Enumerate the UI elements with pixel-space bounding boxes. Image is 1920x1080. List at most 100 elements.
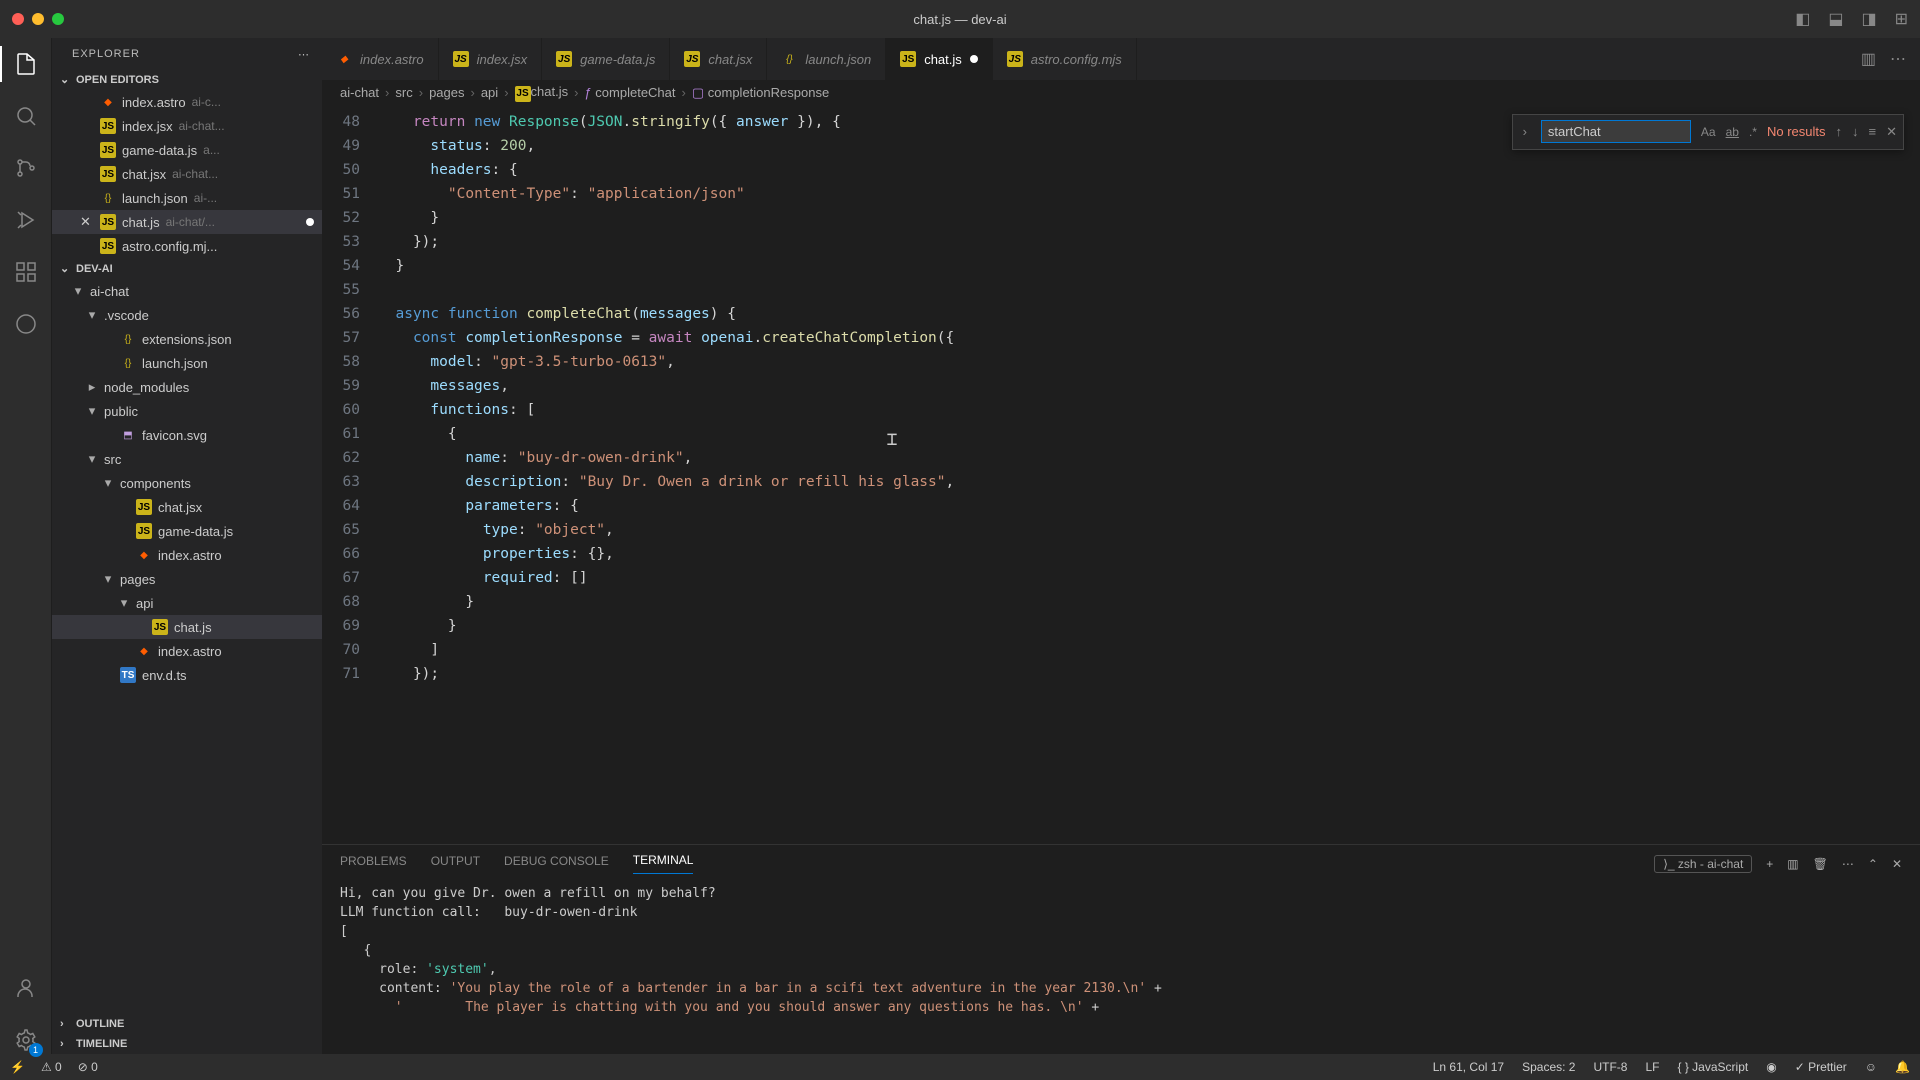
- edge-icon[interactable]: [12, 310, 40, 338]
- code-line[interactable]: 71 });: [322, 662, 1920, 686]
- code-line[interactable]: 66 properties: {},: [322, 542, 1920, 566]
- open-editor-item[interactable]: ✕JSastro.config.mj...: [52, 234, 322, 258]
- more-icon[interactable]: ⋯: [298, 48, 310, 61]
- problems-status[interactable]: ⚠ 0: [41, 1060, 62, 1074]
- code-line[interactable]: 56 async function completeChat(messages)…: [322, 302, 1920, 326]
- code-line[interactable]: 65 type: "object",: [322, 518, 1920, 542]
- file-row[interactable]: {}launch.json: [52, 351, 322, 375]
- tab[interactable]: JSgame-data.js: [542, 38, 670, 80]
- code-line[interactable]: 69 }: [322, 614, 1920, 638]
- panel-tab[interactable]: DEBUG CONSOLE: [504, 854, 609, 874]
- tab[interactable]: ◆index.astro: [322, 38, 439, 80]
- timeline-header[interactable]: › TIMELINE: [52, 1034, 322, 1054]
- status-item[interactable]: { } JavaScript: [1678, 1060, 1749, 1074]
- panel-tab[interactable]: OUTPUT: [431, 854, 480, 874]
- prev-match-icon[interactable]: ↑: [1836, 124, 1843, 139]
- close-panel-icon[interactable]: ✕: [1892, 857, 1902, 871]
- file-row[interactable]: TSenv.d.ts: [52, 663, 322, 687]
- code-line[interactable]: 68 }: [322, 590, 1920, 614]
- breadcrumb-item[interactable]: pages: [429, 85, 464, 100]
- folder-row[interactable]: ▾.vscode: [52, 303, 322, 327]
- status-item[interactable]: ✓ Prettier: [1795, 1060, 1847, 1074]
- outline-header[interactable]: › OUTLINE: [52, 1014, 322, 1034]
- open-editors-header[interactable]: ⌄ OPEN EDITORS: [52, 69, 322, 90]
- file-row[interactable]: ◆index.astro: [52, 543, 322, 567]
- layout-grid-icon[interactable]: ⊞: [1895, 9, 1908, 29]
- project-header[interactable]: ⌄ DEV-AI: [52, 258, 322, 279]
- open-editor-item[interactable]: ✕◆index.astro ai-c...: [52, 90, 322, 114]
- breadcrumb[interactable]: ai-chat›src›pages›api›JSchat.js›ƒ comple…: [322, 80, 1920, 106]
- kill-terminal-icon[interactable]: 🗑: [1813, 857, 1828, 871]
- file-row[interactable]: JSgame-data.js: [52, 519, 322, 543]
- account-icon[interactable]: [12, 974, 40, 1002]
- status-item[interactable]: ◉: [1766, 1060, 1776, 1074]
- status-item[interactable]: Ln 61, Col 17: [1433, 1060, 1504, 1074]
- regex-icon[interactable]: .*: [1749, 125, 1757, 139]
- code-line[interactable]: 54 }: [322, 254, 1920, 278]
- code-line[interactable]: 58 model: "gpt-3.5-turbo-0613",: [322, 350, 1920, 374]
- minimize-window-icon[interactable]: [32, 13, 44, 25]
- breadcrumb-item[interactable]: src: [395, 85, 412, 100]
- code-editor[interactable]: 48 return new Response(JSON.stringify({ …: [322, 106, 1920, 845]
- find-input[interactable]: [1541, 120, 1691, 143]
- code-line[interactable]: 70 ]: [322, 638, 1920, 662]
- more-icon[interactable]: ⋯: [1842, 857, 1854, 871]
- tab[interactable]: {}launch.json: [767, 38, 886, 80]
- remote-icon[interactable]: ⚡: [10, 1060, 25, 1074]
- code-line[interactable]: 59 messages,: [322, 374, 1920, 398]
- breadcrumb-item[interactable]: ƒ completeChat: [584, 85, 675, 100]
- code-line[interactable]: 61 {⌶: [322, 422, 1920, 446]
- tab[interactable]: JSastro.config.mjs: [993, 38, 1137, 80]
- tab[interactable]: JSchat.jsx: [670, 38, 767, 80]
- open-editor-item[interactable]: ✕JSindex.jsx ai-chat...: [52, 114, 322, 138]
- code-line[interactable]: 53 });: [322, 230, 1920, 254]
- code-line[interactable]: 55: [322, 278, 1920, 302]
- folder-row[interactable]: ▾src: [52, 447, 322, 471]
- layout-right-icon[interactable]: ◨: [1861, 9, 1876, 29]
- status-item[interactable]: UTF-8: [1593, 1060, 1627, 1074]
- code-line[interactable]: 62 name: "buy-dr-owen-drink",: [322, 446, 1920, 470]
- code-line[interactable]: 60 functions: [: [322, 398, 1920, 422]
- panel-tab[interactable]: TERMINAL: [633, 853, 694, 874]
- breadcrumb-item[interactable]: ▢ completionResponse: [692, 85, 829, 101]
- close-find-icon[interactable]: ✕: [1886, 124, 1897, 140]
- debug-icon[interactable]: [12, 206, 40, 234]
- source-control-icon[interactable]: [12, 154, 40, 182]
- explorer-icon[interactable]: [12, 50, 40, 78]
- file-row[interactable]: JSchat.js: [52, 615, 322, 639]
- file-row[interactable]: ⬒favicon.svg: [52, 423, 322, 447]
- breadcrumb-item[interactable]: api: [481, 85, 498, 100]
- folder-row[interactable]: ▸node_modules: [52, 375, 322, 399]
- new-terminal-icon[interactable]: +: [1766, 857, 1773, 871]
- code-line[interactable]: 57 const completionResponse = await open…: [322, 326, 1920, 350]
- folder-row[interactable]: ▾api: [52, 591, 322, 615]
- tab[interactable]: JSchat.js: [886, 38, 993, 80]
- next-match-icon[interactable]: ↓: [1852, 124, 1859, 139]
- open-editor-item[interactable]: ✕JSgame-data.js a...: [52, 138, 322, 162]
- split-terminal-icon[interactable]: ▥: [1787, 857, 1798, 871]
- folder-row[interactable]: ▾public: [52, 399, 322, 423]
- panel-tab[interactable]: PROBLEMS: [340, 854, 407, 874]
- breadcrumb-item[interactable]: JSchat.js: [515, 84, 569, 102]
- file-row[interactable]: ◆index.astro: [52, 639, 322, 663]
- extensions-icon[interactable]: [12, 258, 40, 286]
- close-window-icon[interactable]: [12, 13, 24, 25]
- errors-status[interactable]: ⊘ 0: [78, 1060, 98, 1074]
- file-row[interactable]: JSchat.jsx: [52, 495, 322, 519]
- expand-find-icon[interactable]: ›: [1519, 124, 1531, 139]
- file-row[interactable]: {}extensions.json: [52, 327, 322, 351]
- code-line[interactable]: 52 }: [322, 206, 1920, 230]
- match-word-icon[interactable]: ab: [1726, 125, 1739, 139]
- code-line[interactable]: 67 required: []: [322, 566, 1920, 590]
- open-editor-item[interactable]: ✕JSchat.jsx ai-chat...: [52, 162, 322, 186]
- folder-row[interactable]: ▾pages: [52, 567, 322, 591]
- split-editor-icon[interactable]: ▥: [1861, 49, 1876, 69]
- terminal-selector[interactable]: ⟩_ zsh - ai-chat: [1654, 855, 1752, 873]
- code-line[interactable]: 50 headers: {: [322, 158, 1920, 182]
- open-editor-item[interactable]: ✕JSchat.js ai-chat/...: [52, 210, 322, 234]
- feedback-icon[interactable]: ☺: [1865, 1060, 1877, 1074]
- more-icon[interactable]: ⋯: [1890, 49, 1906, 69]
- breadcrumb-item[interactable]: ai-chat: [340, 85, 379, 100]
- status-item[interactable]: Spaces: 2: [1522, 1060, 1575, 1074]
- layout-left-icon[interactable]: ◧: [1795, 9, 1810, 29]
